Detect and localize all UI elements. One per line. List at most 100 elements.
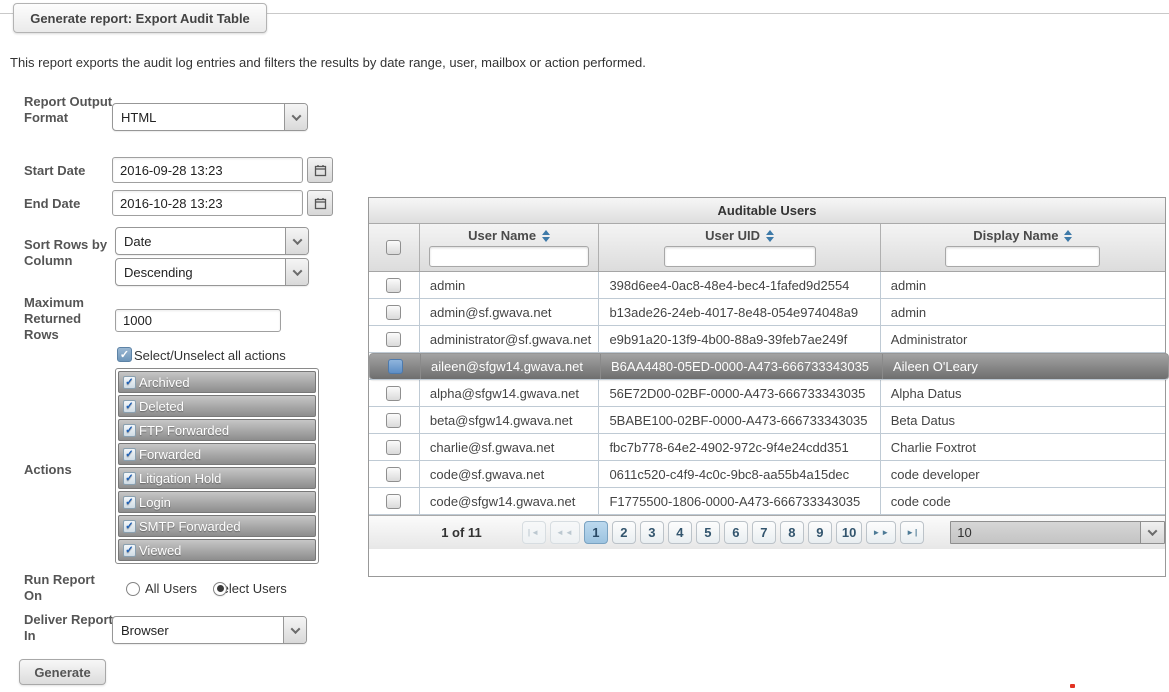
table-row[interactable]: code@sfgw14.gwava.net F1775500-1806-0000… <box>369 488 1165 515</box>
sort-up-down-icon[interactable] <box>1064 229 1073 242</box>
action-checkbox[interactable] <box>123 471 136 485</box>
page-number-button[interactable]: 2 <box>611 521 636 544</box>
table-row[interactable]: aileen@sfgw14.gwava.net B6AA4480-05ED-00… <box>369 353 1169 380</box>
row-checkbox[interactable] <box>386 385 402 401</box>
row-checkbox[interactable] <box>386 304 402 320</box>
page-number-button[interactable]: 7 <box>751 521 776 544</box>
row-checkbox[interactable] <box>386 439 402 455</box>
user-name-filter-input[interactable] <box>429 246 590 267</box>
action-label: Viewed <box>139 542 182 558</box>
action-label: Archived <box>139 374 190 390</box>
sort-up-down-icon[interactable] <box>542 229 551 242</box>
action-label: Litigation Hold <box>139 470 222 486</box>
sort-direction-select[interactable]: Descending <box>115 258 309 286</box>
action-item[interactable]: SMTP Forwarded <box>118 515 316 537</box>
page-size-select[interactable]: 10 <box>950 521 1166 544</box>
cell-display-name: Aileen O'Leary <box>882 354 1168 379</box>
action-checkbox[interactable] <box>123 423 136 437</box>
action-item[interactable]: FTP Forwarded <box>118 419 316 441</box>
cell-user-name: administrator@sf.gwava.net <box>418 326 599 352</box>
header-user-uid[interactable]: User UID <box>598 224 879 271</box>
deliver-report-in-label: Deliver Report In <box>24 612 113 643</box>
select-all-actions-checkbox[interactable] <box>117 347 132 362</box>
action-item[interactable]: Litigation Hold <box>118 467 316 489</box>
action-checkbox[interactable] <box>123 495 136 509</box>
display-name-filter-input[interactable] <box>945 246 1101 267</box>
table-row[interactable]: admin@sf.gwava.net b13ade26-24eb-4017-8e… <box>369 299 1165 326</box>
action-checkbox[interactable] <box>123 447 136 461</box>
start-date-calendar-button[interactable] <box>307 157 333 183</box>
table-title: Auditable Users <box>369 198 1165 224</box>
cell-user-name: beta@sfgw14.gwava.net <box>418 407 599 433</box>
cell-display-name: Charlie Foxtrot <box>879 434 1165 460</box>
max-rows-input[interactable] <box>115 309 281 332</box>
header-user-name[interactable]: User Name <box>418 224 599 271</box>
chevron-down-icon <box>1140 522 1165 543</box>
table-body: admin 398d6ee4-0ac8-48e4-bec4-1fafed9d25… <box>369 272 1169 515</box>
radio-option[interactable]: Select Users <box>213 581 287 596</box>
table-row[interactable]: alpha@sfgw14.gwava.net 56E72D00-02BF-000… <box>369 380 1165 407</box>
report-output-format-select[interactable]: HTML <box>112 103 308 131</box>
tab-generate-report[interactable]: Generate report: Export Audit Table <box>13 3 267 33</box>
calendar-icon <box>314 164 326 176</box>
page-number-button[interactable]: 5 <box>695 521 720 544</box>
cell-user-name: admin@sf.gwava.net <box>418 299 599 325</box>
page-number-button[interactable]: 1 <box>583 521 608 544</box>
generate-button[interactable]: Generate <box>19 659 106 685</box>
action-item[interactable]: Viewed <box>118 539 316 561</box>
deliver-report-in-select[interactable]: Browser <box>112 616 307 644</box>
first-page-button[interactable]: |◄ <box>521 521 547 544</box>
sort-column-select[interactable]: Date <box>115 227 309 255</box>
max-rows-label: Maximum Returned Rows <box>24 295 84 342</box>
table-row[interactable]: beta@sfgw14.gwava.net 5BABE100-02BF-0000… <box>369 407 1165 434</box>
radio-icon[interactable] <box>126 581 140 596</box>
end-date-input[interactable] <box>112 190 303 216</box>
row-checkbox[interactable] <box>387 359 403 374</box>
select-all-rows-checkbox[interactable] <box>386 240 402 255</box>
calendar-icon <box>314 197 326 209</box>
radio-icon[interactable] <box>213 581 228 596</box>
display-name-column-label: Display Name <box>973 228 1059 243</box>
page-number-button[interactable]: 8 <box>779 521 804 544</box>
action-item[interactable]: Forwarded <box>118 443 316 465</box>
table-row[interactable]: code@sf.gwava.net 0611c520-c4f9-4c0c-9bc… <box>369 461 1165 488</box>
table-row[interactable]: administrator@sf.gwava.net e9b91a20-13f9… <box>369 326 1165 353</box>
page-number-button[interactable]: 4 <box>667 521 692 544</box>
row-checkbox[interactable] <box>386 331 402 347</box>
action-checkbox[interactable] <box>123 375 136 389</box>
action-item[interactable]: Archived <box>118 371 316 393</box>
last-page-button[interactable]: ►| <box>900 521 925 544</box>
cell-user-uid: b13ade26-24eb-4017-8e48-054e974048a9 <box>598 299 879 325</box>
action-checkbox[interactable] <box>123 519 136 533</box>
radio-option[interactable]: All Users <box>126 581 197 596</box>
page-number-button[interactable]: 3 <box>639 521 664 544</box>
radio-option-label: All Users <box>145 581 198 596</box>
page-number-button[interactable]: 10 <box>835 521 863 544</box>
user-uid-filter-input[interactable] <box>663 246 816 267</box>
page-number-button[interactable]: 6 <box>723 521 748 544</box>
auditable-users-table: Auditable Users User Name User UID Displ… <box>368 197 1169 577</box>
report-output-format-value: HTML <box>121 109 157 125</box>
action-checkbox[interactable] <box>123 399 136 413</box>
page-number-button[interactable]: 9 <box>807 521 832 544</box>
action-checkbox[interactable] <box>123 543 136 557</box>
start-date-label: Start Date <box>24 163 86 178</box>
prev-page-button[interactable]: ◄◄ <box>550 521 580 544</box>
table-row[interactable]: charlie@sf.gwava.net fbc7b778-64e2-4902-… <box>369 434 1165 461</box>
start-date-input[interactable] <box>112 157 303 183</box>
action-item[interactable]: Login <box>118 491 316 513</box>
row-checkbox[interactable] <box>386 493 402 509</box>
cell-user-uid: F1775500-1806-0000-A473-666733343035 <box>598 488 879 514</box>
next-page-button[interactable]: ►► <box>866 521 897 544</box>
table-row[interactable]: admin 398d6ee4-0ac8-48e4-bec4-1fafed9d25… <box>369 272 1165 299</box>
row-checkbox[interactable] <box>386 466 402 482</box>
action-item[interactable]: Deleted <box>118 395 316 417</box>
table-header-row: User Name User UID Display Name <box>369 224 1165 272</box>
sort-direction-value: Descending <box>124 264 193 280</box>
end-date-calendar-button[interactable] <box>307 190 333 216</box>
sort-up-down-icon[interactable] <box>766 229 775 242</box>
sort-column-value: Date <box>124 233 152 249</box>
row-checkbox[interactable] <box>386 277 402 293</box>
row-checkbox[interactable] <box>386 412 402 428</box>
header-display-name[interactable]: Display Name <box>879 224 1165 271</box>
